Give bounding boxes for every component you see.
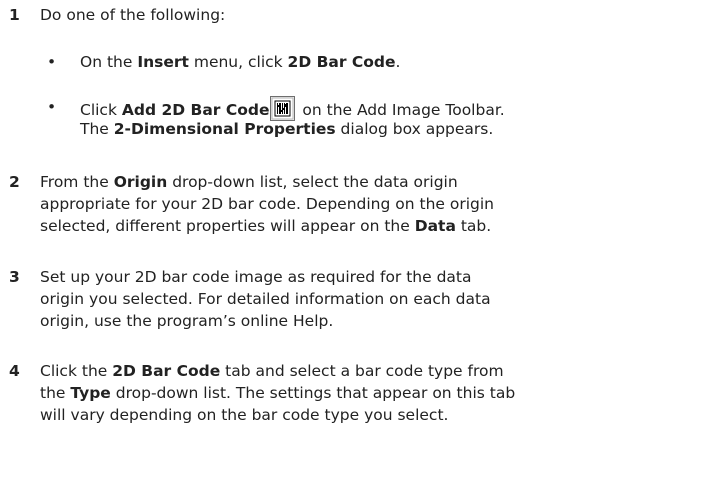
step-text: From the Origin drop-down list, select t… xyxy=(40,173,494,235)
step-text: Click the 2D Bar Code tab and select a b… xyxy=(40,362,516,424)
step-number: 2 xyxy=(9,173,20,191)
step-number: 3 xyxy=(9,268,20,286)
bullet-marker: • xyxy=(47,53,57,71)
bullet-text-line-2: The 2-Dimensional Properties dialog box … xyxy=(80,120,494,138)
bullet-text: Click Add 2D Bar Code on the Add Image T… xyxy=(80,96,704,121)
field-name: Origin xyxy=(113,173,168,191)
step-number: 1 xyxy=(9,6,20,24)
step-text: Do one of the following: xyxy=(40,4,704,26)
bullet-text: On the Insert menu, click 2D Bar Code. xyxy=(80,53,401,71)
step-text: Set up your 2D bar code image as require… xyxy=(40,268,491,330)
document-page: 1 Do one of the following: • On the Inse… xyxy=(0,0,712,503)
field-name: Type xyxy=(70,384,111,402)
bullet-marker: • xyxy=(47,98,57,116)
menu-item-name: 2D Bar Code xyxy=(287,53,396,71)
menu-name: Insert xyxy=(137,53,189,71)
dialog-name: 2-Dimensional Properties xyxy=(113,120,336,138)
tab-name: 2D Bar Code xyxy=(112,362,221,380)
tab-name: Data xyxy=(414,217,456,235)
button-name: Add 2D Bar Code xyxy=(121,101,270,119)
step-intro: Do one of the following: xyxy=(40,6,226,24)
step-number: 4 xyxy=(9,362,20,380)
